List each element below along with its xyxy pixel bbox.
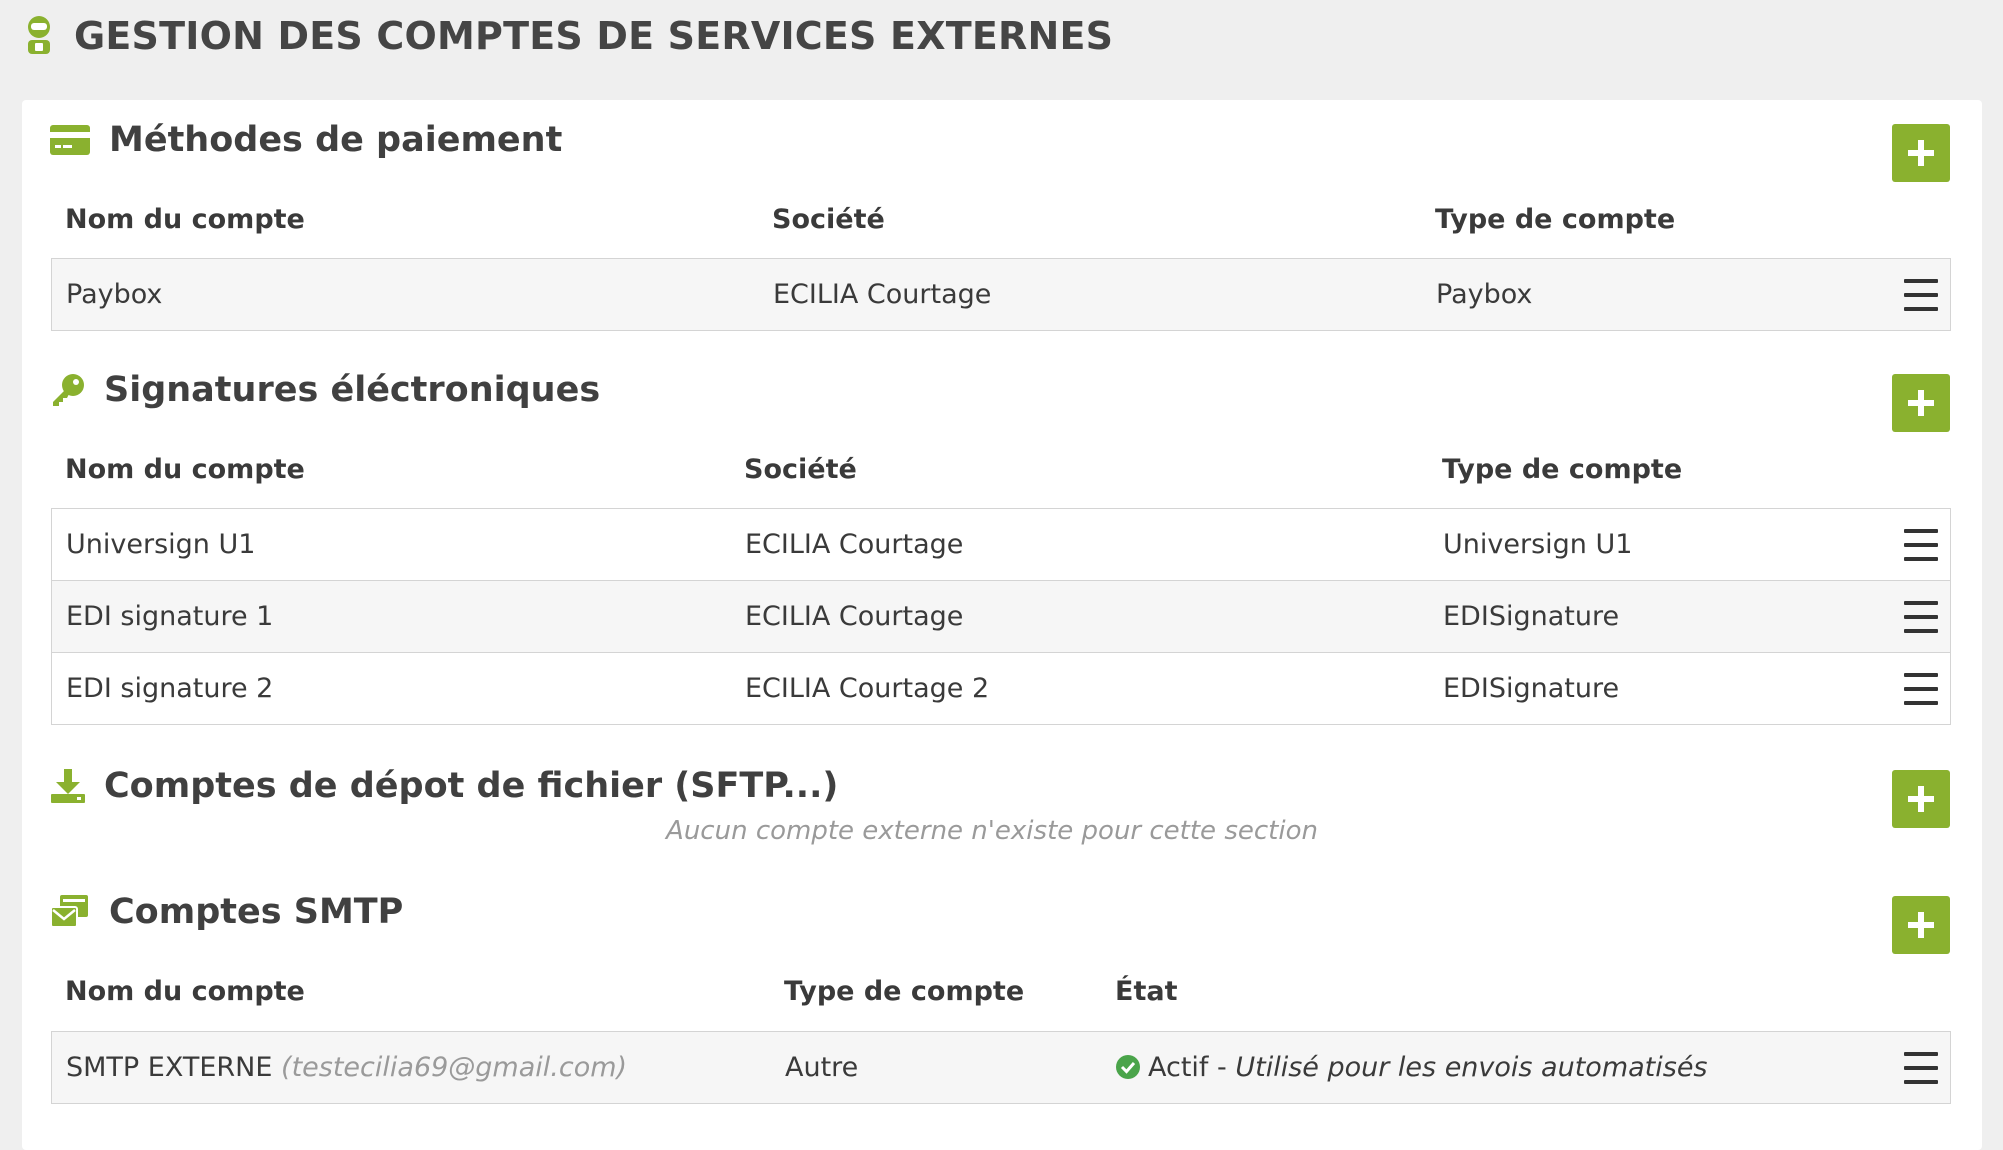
status-cell: Actif - Utilisé pour les envois automati… (1116, 1032, 1708, 1103)
sftp-section-header: Comptes de dépot de fichier (SFTP...) (50, 764, 838, 808)
column-header-account-name[interactable]: Nom du compte (65, 204, 305, 235)
column-header-account-name[interactable]: Nom du compte (65, 454, 305, 485)
account-name-cell: Paybox (66, 279, 163, 310)
row-menu-button[interactable] (1902, 276, 1940, 314)
column-header-account-type[interactable]: Type de compte (1435, 204, 1675, 235)
check-circle-icon (1116, 1055, 1140, 1079)
smtp-section-header: Comptes SMTP (50, 890, 403, 934)
smtp-account-email: (testecilia69@gmail.com) (281, 1052, 628, 1083)
empty-state-message: Aucun compte externe n'existe pour cette… (666, 816, 1318, 846)
company-cell: ECILIA Courtage (745, 529, 964, 560)
account-type-cell: Paybox (1436, 279, 1533, 310)
plus-icon (1908, 140, 1934, 166)
plus-icon (1908, 912, 1934, 938)
account-type-cell: EDISignature (1443, 601, 1620, 632)
row-menu-button[interactable] (1902, 670, 1940, 708)
smtp-table: SMTP EXTERNE (testecilia69@gmail.com) Au… (51, 1031, 1951, 1104)
plus-icon (1908, 786, 1934, 812)
accounts-panel: Méthodes de paiement Nom du compte Socié… (22, 100, 1982, 1150)
column-header-company[interactable]: Société (772, 204, 885, 235)
row-menu-button[interactable] (1902, 598, 1940, 636)
column-header-account-type[interactable]: Type de compte (784, 976, 1024, 1007)
page-title: GESTION DES COMPTES DE SERVICES EXTERNES (74, 14, 1114, 58)
row-menu-button[interactable] (1902, 1049, 1940, 1087)
status-label: Actif (1148, 1052, 1209, 1083)
account-type-cell: Autre (785, 1052, 859, 1083)
account-type-cell: EDISignature (1443, 673, 1620, 704)
table-row[interactable]: Paybox ECILIA Courtage Paybox (52, 259, 1950, 330)
column-header-company[interactable]: Société (744, 454, 857, 485)
payment-section-title: Méthodes de paiement (109, 120, 563, 160)
add-signature-account-button[interactable] (1892, 374, 1950, 432)
user-gear-icon (28, 16, 50, 54)
signatures-table: Universign U1 ECILIA Courtage Universign… (51, 508, 1951, 725)
smtp-account-name: SMTP EXTERNE (66, 1052, 273, 1083)
row-menu-button[interactable] (1902, 526, 1940, 564)
key-icon (50, 370, 86, 410)
account-type-cell: Universign U1 (1443, 529, 1633, 560)
payment-table: Paybox ECILIA Courtage Paybox (51, 258, 1951, 331)
signatures-section-title: Signatures éléctroniques (104, 370, 601, 410)
account-name-cell: EDI signature 1 (66, 601, 274, 632)
table-row[interactable]: Universign U1 ECILIA Courtage Universign… (52, 509, 1950, 580)
add-payment-account-button[interactable] (1892, 124, 1950, 182)
column-header-status[interactable]: État (1115, 976, 1177, 1007)
payment-section-header: Méthodes de paiement (50, 118, 562, 162)
download-icon (50, 766, 86, 806)
plus-icon (1908, 390, 1934, 416)
smtp-section-title: Comptes SMTP (109, 892, 404, 932)
sftp-section-title: Comptes de dépot de fichier (SFTP...) (104, 766, 839, 806)
company-cell: ECILIA Courtage (745, 601, 964, 632)
status-separator: - (1208, 1052, 1236, 1083)
mail-server-icon (50, 892, 90, 932)
company-cell: ECILIA Courtage (773, 279, 992, 310)
page-header: GESTION DES COMPTES DE SERVICES EXTERNES (20, 14, 1113, 58)
signatures-section-header: Signatures éléctroniques (50, 368, 600, 412)
account-name-cell: SMTP EXTERNE (testecilia69@gmail.com) (66, 1032, 627, 1103)
status-note: Utilisé pour les envois automatisés (1235, 1052, 1708, 1083)
account-name-cell: Universign U1 (66, 529, 256, 560)
company-cell: ECILIA Courtage 2 (745, 673, 990, 704)
column-header-account-name[interactable]: Nom du compte (65, 976, 305, 1007)
credit-card-icon (50, 120, 90, 160)
column-header-account-type[interactable]: Type de compte (1442, 454, 1682, 485)
table-row[interactable]: EDI signature 2 ECILIA Courtage 2 EDISig… (52, 652, 1950, 724)
account-name-cell: EDI signature 2 (66, 673, 274, 704)
table-row[interactable]: EDI signature 1 ECILIA Courtage EDISigna… (52, 580, 1950, 652)
table-row[interactable]: SMTP EXTERNE (testecilia69@gmail.com) Au… (52, 1032, 1950, 1103)
add-smtp-account-button[interactable] (1892, 896, 1950, 954)
